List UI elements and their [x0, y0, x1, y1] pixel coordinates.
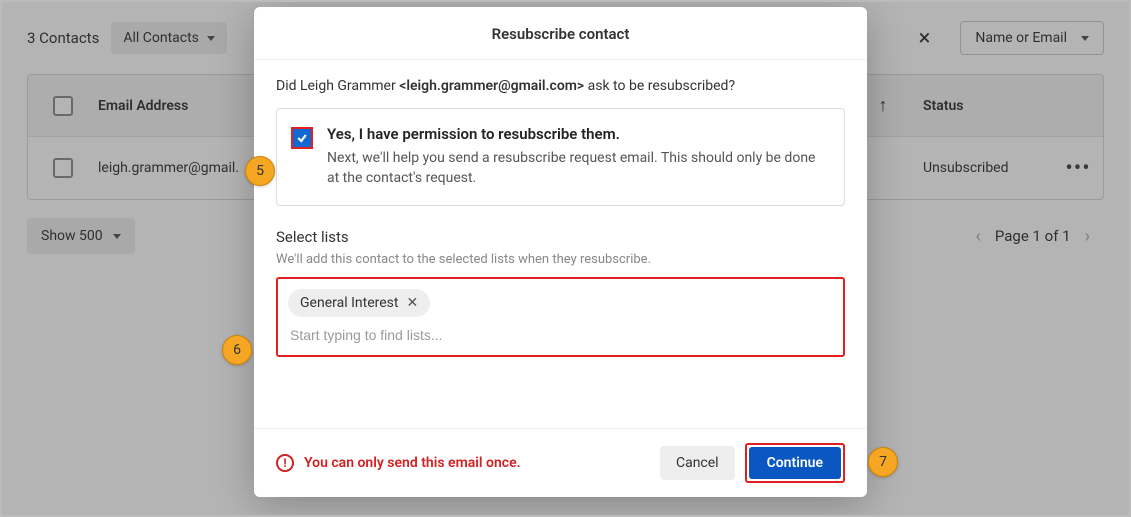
chip-label: General Interest — [300, 295, 398, 311]
page-size-dropdown[interactable]: Show 500 — [27, 218, 135, 254]
page-size-label: Show 500 — [41, 228, 103, 244]
lists-search-input[interactable] — [288, 317, 833, 349]
select-lists-label: Select lists — [276, 228, 845, 246]
lists-multiselect[interactable]: General Interest ✕ — [276, 277, 845, 357]
resubscribe-question: Did Leigh Grammer <leigh.grammer@gmail.c… — [276, 78, 845, 94]
permission-checkbox[interactable] — [291, 127, 313, 149]
page-indicator: Page 1 of 1 — [995, 227, 1071, 245]
row-checkbox[interactable] — [53, 158, 73, 178]
sort-arrow-icon[interactable]: ↑ — [863, 95, 903, 116]
status-badge: Unsubscribed — [903, 160, 1053, 176]
chip-remove-icon[interactable]: ✕ — [406, 295, 418, 311]
consent-box: Yes, I have permission to resubscribe th… — [276, 108, 845, 206]
name-email-dropdown[interactable]: Name or Email — [960, 21, 1104, 55]
checkmark-icon — [293, 129, 311, 147]
modal-footer: ! You can only send this email once. Can… — [254, 428, 867, 497]
col-status[interactable]: Status — [903, 98, 1053, 114]
chevron-down-icon — [207, 36, 215, 41]
next-page-icon[interactable]: › — [1071, 226, 1104, 247]
warning-icon: ! — [276, 454, 294, 472]
annotation-7: 7 — [868, 447, 898, 477]
select-lists-hint: We'll add this contact to the selected l… — [276, 252, 845, 267]
clear-search-icon[interactable]: × — [901, 26, 949, 51]
consent-header: Yes, I have permission to resubscribe th… — [327, 125, 830, 143]
consent-subtext: Next, we'll help you send a resubscribe … — [327, 148, 830, 189]
name-email-label: Name or Email — [975, 30, 1067, 46]
select-all-checkbox[interactable] — [53, 96, 73, 116]
filter-label: All Contacts — [123, 30, 199, 46]
contact-count: 3 Contacts — [27, 29, 99, 47]
filter-dropdown[interactable]: All Contacts — [111, 22, 227, 54]
row-actions-icon[interactable]: ••• — [1053, 156, 1103, 181]
chevron-down-icon — [113, 234, 121, 239]
list-chip: General Interest ✕ — [288, 289, 430, 317]
warning-text: You can only send this email once. — [304, 455, 521, 471]
resubscribe-modal: Resubscribe contact Did Leigh Grammer <l… — [254, 7, 867, 497]
cancel-button[interactable]: Cancel — [660, 446, 735, 480]
chevron-down-icon — [1081, 36, 1089, 41]
annotation-6: 6 — [222, 335, 252, 365]
prev-page-icon[interactable]: ‹ — [961, 226, 994, 247]
modal-title: Resubscribe contact — [254, 7, 867, 60]
annotation-5: 5 — [245, 156, 275, 186]
continue-button[interactable]: Continue — [749, 447, 841, 479]
